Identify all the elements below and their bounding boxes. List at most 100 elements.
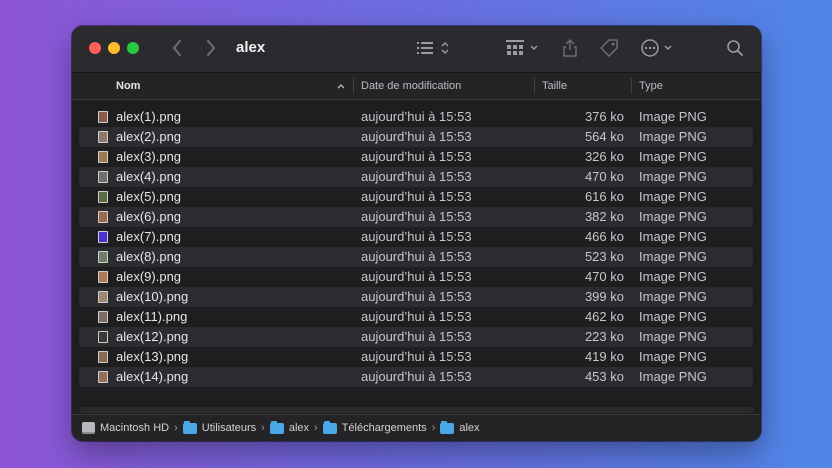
search-icon[interactable] xyxy=(724,36,746,60)
close-window-button[interactable] xyxy=(89,42,101,54)
file-size: 470 ko xyxy=(584,169,624,184)
file-date: aujourd’hui à 15:53 xyxy=(361,369,472,384)
file-row[interactable]: alex(13).png aujourd’hui à 15:53 419 ko Ima… xyxy=(79,347,753,367)
file-row[interactable]: alex(10).png aujourd’hui à 15:53 399 ko Ima… xyxy=(79,287,753,307)
horizontal-scrollbar[interactable] xyxy=(79,407,754,413)
file-row[interactable]: alex(2).png aujourd’hui à 15:53 564 ko Imag… xyxy=(79,127,753,147)
back-chevron-icon[interactable] xyxy=(166,36,188,60)
file-type: Image PNG xyxy=(639,269,707,284)
list-view-icon[interactable] xyxy=(414,36,454,60)
file-date: aujourd’hui à 15:53 xyxy=(361,249,472,264)
breadcrumb-item[interactable]: Téléchargements xyxy=(322,420,427,434)
file-row[interactable]: alex(3).png aujourd’hui à 15:53 326 ko Imag… xyxy=(79,147,753,167)
file-row[interactable]: alex(14).png aujourd’hui à 15:53 453 ko Ima… xyxy=(79,367,753,387)
file-size: 399 ko xyxy=(584,289,624,304)
file-row[interactable]: alex(9).png aujourd’hui à 15:53 470 ko Imag… xyxy=(79,267,753,287)
column-date-header[interactable]: Date de modification xyxy=(361,73,461,99)
file-size: 616 ko xyxy=(584,189,624,204)
folder-icon xyxy=(269,420,284,434)
file-name: alex(10).png xyxy=(116,289,189,304)
breadcrumb-item[interactable]: Utilisateurs xyxy=(182,420,257,434)
file-type: Image PNG xyxy=(639,349,707,364)
breadcrumb-label: Utilisateurs xyxy=(201,422,257,434)
breadcrumb-label: alex xyxy=(459,422,480,434)
breadcrumb-item[interactable]: alex xyxy=(269,420,310,434)
file-row[interactable]: alex(8).png aujourd’hui à 15:53 523 ko Imag… xyxy=(79,247,753,267)
file-date: aujourd’hui à 15:53 xyxy=(361,209,472,224)
zoom-window-button[interactable] xyxy=(127,42,139,54)
file-size: 470 ko xyxy=(584,269,624,284)
file-name: alex(12).png xyxy=(116,329,189,344)
file-name: alex(9).png xyxy=(116,269,182,284)
breadcrumb-label: alex xyxy=(288,422,310,434)
file-size: 419 ko xyxy=(584,349,624,364)
file-type: Image PNG xyxy=(639,369,707,384)
minimize-window-button[interactable] xyxy=(108,42,120,54)
file-name: alex(5).png xyxy=(116,189,182,204)
file-row[interactable]: alex(12).png aujourd’hui à 15:53 223 ko Ima… xyxy=(79,327,753,347)
file-row[interactable]: alex(11).png aujourd’hui à 15:53 462 ko Ima… xyxy=(79,307,753,327)
file-type: Image PNG xyxy=(639,129,707,144)
file-size: 382 ko xyxy=(584,209,624,224)
image-thumbnail-icon xyxy=(98,251,108,263)
file-type: Image PNG xyxy=(639,109,707,124)
more-actions-icon[interactable] xyxy=(638,36,678,60)
image-thumbnail-icon xyxy=(98,171,108,183)
file-type: Image PNG xyxy=(639,229,707,244)
path-bar: Macintosh HD › Utilisateurs › alex › Télécharg… xyxy=(72,414,761,441)
file-date: aujourd’hui à 15:53 xyxy=(361,189,472,204)
breadcrumb-separator-icon: › xyxy=(261,422,265,434)
file-size: 523 ko xyxy=(584,249,624,264)
column-divider[interactable] xyxy=(631,78,632,94)
file-row[interactable]: alex(7).png aujourd’hui à 15:53 466 ko Imag… xyxy=(79,227,753,247)
file-date: aujourd’hui à 15:53 xyxy=(361,229,472,244)
file-row[interactable]: alex(4).png aujourd’hui à 15:53 470 ko Imag… xyxy=(79,167,753,187)
file-name: alex(14).png xyxy=(116,369,189,384)
file-type: Image PNG xyxy=(639,329,707,344)
image-thumbnail-icon xyxy=(98,231,108,243)
column-size-header[interactable]: Taille xyxy=(542,73,567,99)
file-size: 453 ko xyxy=(584,369,624,384)
file-date: aujourd’hui à 15:53 xyxy=(361,309,472,324)
file-name: alex(8).png xyxy=(116,249,182,264)
file-name: alex(2).png xyxy=(116,129,182,144)
file-size: 223 ko xyxy=(584,329,624,344)
file-name: alex(7).png xyxy=(116,229,182,244)
forward-chevron-icon[interactable] xyxy=(200,36,222,60)
column-type-header[interactable]: Type xyxy=(639,73,663,99)
file-date: aujourd’hui à 15:53 xyxy=(361,149,472,164)
file-row[interactable]: alex(6).png aujourd’hui à 15:53 382 ko Imag… xyxy=(79,207,753,227)
breadcrumb-label: Macintosh HD xyxy=(100,422,170,434)
folder-icon xyxy=(182,420,197,434)
file-date: aujourd’hui à 15:53 xyxy=(361,129,472,144)
window-title: alex xyxy=(236,39,266,56)
breadcrumb-separator-icon: › xyxy=(314,422,318,434)
finder-window: alex Nom Date de modification Taille Typ… xyxy=(72,26,761,441)
folder-icon xyxy=(440,420,455,434)
file-type: Image PNG xyxy=(639,209,707,224)
column-divider[interactable] xyxy=(353,78,354,94)
file-row[interactable]: alex(1).png aujourd’hui à 15:53 376 ko Imag… xyxy=(79,107,753,127)
column-divider[interactable] xyxy=(534,78,535,94)
toolbar: alex xyxy=(72,26,761,73)
sort-chevron-up-icon xyxy=(336,73,346,99)
share-icon[interactable] xyxy=(558,36,582,60)
image-thumbnail-icon xyxy=(98,151,108,163)
file-size: 564 ko xyxy=(584,129,624,144)
file-size: 326 ko xyxy=(584,149,624,164)
breadcrumb-separator-icon: › xyxy=(431,422,436,434)
folder-icon xyxy=(322,420,337,434)
column-header: Nom Date de modification Taille Type xyxy=(72,73,761,100)
column-name-header[interactable]: Nom xyxy=(116,73,140,99)
file-size: 466 ko xyxy=(584,229,624,244)
file-date: aujourd’hui à 15:53 xyxy=(361,269,472,284)
breadcrumb-item[interactable]: Macintosh HD xyxy=(82,422,169,434)
file-row[interactable]: alex(5).png aujourd’hui à 15:53 616 ko Imag… xyxy=(79,187,753,207)
file-list: alex(1).png aujourd’hui à 15:53 376 ko Imag… xyxy=(79,107,753,387)
file-date: aujourd’hui à 15:53 xyxy=(361,169,472,184)
tag-icon[interactable] xyxy=(596,36,622,60)
file-name: alex(13).png xyxy=(116,349,189,364)
file-type: Image PNG xyxy=(639,309,707,324)
group-grid-icon[interactable] xyxy=(504,36,544,60)
breadcrumb-item[interactable]: alex xyxy=(440,420,480,434)
